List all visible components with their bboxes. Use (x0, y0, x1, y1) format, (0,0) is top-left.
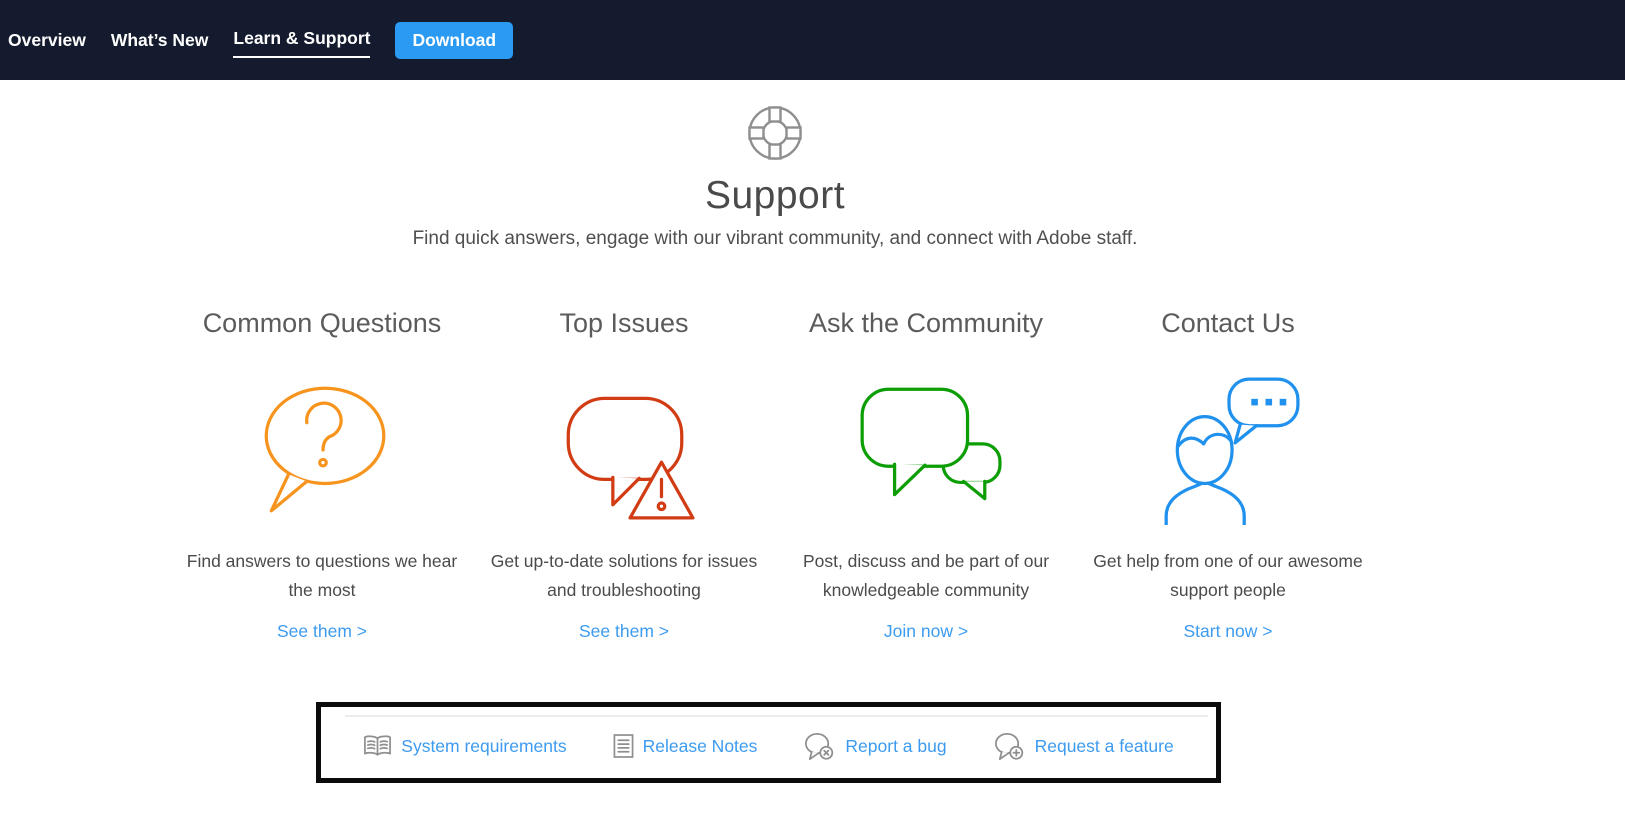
warning-bubble-icon (473, 351, 775, 547)
start-now-link[interactable]: Start now > (1183, 621, 1272, 642)
card-title: Contact Us (1161, 308, 1295, 338)
community-bubbles-icon (775, 351, 1077, 547)
quicklink-label: System requirements (401, 735, 567, 756)
download-button[interactable]: Download (395, 21, 514, 59)
quicklink-label: Request a feature (1034, 735, 1174, 756)
support-hero: Support Find quick answers, engage with … (0, 80, 1550, 250)
page-title: Support (704, 174, 846, 217)
person-chat-icon (1077, 351, 1379, 547)
lifebuoy-icon (747, 105, 803, 161)
quicklink-label: Report a bug (845, 735, 947, 756)
open-book-icon (363, 734, 392, 758)
card-common-questions: Common Questions Find answers to questio… (171, 308, 473, 642)
system-requirements-link[interactable]: System requirements (363, 734, 567, 758)
quick-links-highlight-box: System requirements Release Notes Report… (316, 702, 1221, 783)
card-ask-community: Ask the Community Post, discuss and be p… (775, 308, 1077, 642)
card-description: Find answers to questions we hear the mo… (186, 551, 458, 600)
bubble-x-icon (803, 731, 836, 761)
card-top-issues: Top Issues Get up-to-date solutions for … (473, 308, 775, 642)
nav-item-learn-support[interactable]: Learn & Support (233, 22, 371, 58)
nav-item-whats-new[interactable]: What’s New (111, 24, 209, 57)
nav-item-overview[interactable]: Overview (8, 24, 86, 57)
card-title: Ask the Community (808, 308, 1044, 338)
quick-links-row: System requirements Release Notes Report… (321, 717, 1216, 775)
join-now-link[interactable]: Join now > (884, 621, 968, 642)
see-them-link[interactable]: See them > (277, 621, 367, 642)
card-description: Get help from one of our awesome support… (1093, 551, 1363, 600)
support-cards-row: Common Questions Find answers to questio… (0, 308, 1550, 642)
page-subtitle: Find quick answers, engage with our vibr… (412, 228, 1138, 249)
card-title: Common Questions (202, 308, 442, 338)
bubble-plus-icon (993, 731, 1026, 761)
release-notes-link[interactable]: Release Notes (613, 733, 758, 759)
card-contact-us: Contact Us Get help from one of our awes… (1077, 308, 1379, 642)
question-bubble-icon (171, 351, 473, 547)
see-them-link[interactable]: See them > (579, 621, 669, 642)
quicklink-label: Release Notes (642, 735, 758, 756)
card-title: Top Issues (559, 308, 689, 338)
top-navigation-bar: Overview What’s New Learn & Support Down… (0, 0, 1625, 80)
card-description: Get up-to-date solutions for issues and … (490, 551, 758, 600)
card-description: Post, discuss and be part of our knowled… (802, 551, 1050, 600)
request-a-feature-link[interactable]: Request a feature (993, 731, 1174, 761)
report-a-bug-link[interactable]: Report a bug (803, 731, 947, 761)
document-icon (613, 733, 634, 759)
